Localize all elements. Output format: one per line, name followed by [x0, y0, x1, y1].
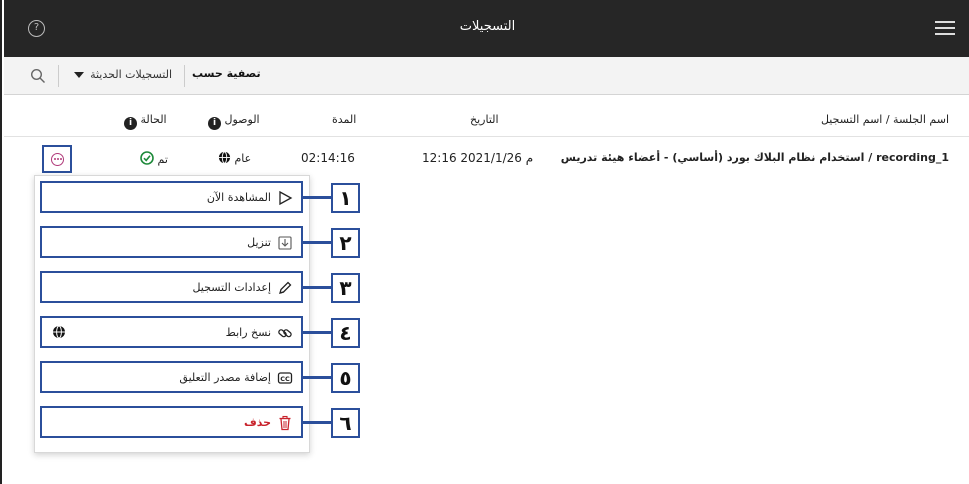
column-header-date-label: التاريخ	[470, 113, 499, 126]
info-icon[interactable]: i	[124, 117, 137, 130]
menu-item-recording-settings[interactable]: إعدادات التسجيل	[40, 271, 303, 303]
top-bar: ? التسجيلات	[4, 0, 969, 57]
recording-duration: 02:14:16	[301, 151, 355, 165]
menu-item-label: حذف	[243, 416, 271, 429]
column-header-status[interactable]: i الحالة	[124, 113, 167, 130]
page-title: التسجيلات	[459, 19, 516, 34]
access-value: عام	[234, 152, 252, 165]
download-icon	[278, 236, 292, 250]
menu-item-label: تنزيل	[247, 236, 271, 249]
more-icon	[51, 153, 64, 166]
play-icon	[279, 190, 293, 206]
menu-item-add-caption[interactable]: CC إضافة مصدر التعليق	[40, 361, 303, 393]
callout-number: ٥	[331, 363, 360, 393]
globe-icon	[53, 325, 65, 339]
menu-item-label: إضافة مصدر التعليق	[179, 371, 271, 384]
globe-icon	[218, 151, 231, 164]
menu-item-delete[interactable]: حذف	[40, 406, 303, 438]
chevron-down-icon	[74, 72, 84, 78]
filter-label: تصفية حسب	[192, 67, 261, 80]
column-header-duration[interactable]: المدة	[332, 113, 356, 126]
callout-number: ٣	[331, 273, 360, 303]
callout-connector	[303, 286, 331, 289]
link-icon	[278, 329, 292, 338]
menu-item-label: إعدادات التسجيل	[192, 281, 271, 294]
check-circle-icon	[140, 151, 154, 165]
svg-text:CC: CC	[280, 375, 290, 383]
access-cell: عام	[218, 151, 251, 165]
menu-item-label: المشاهدة الآن	[206, 191, 271, 204]
menu-item-download[interactable]: تنزيل	[40, 226, 303, 258]
callout-number: ٦	[331, 408, 360, 438]
menu-icon[interactable]	[935, 21, 955, 35]
divider	[4, 136, 969, 137]
trash-icon	[279, 415, 291, 431]
column-header-status-label: الحالة	[140, 113, 167, 126]
more-options-button[interactable]	[42, 145, 72, 173]
column-header-access-label: الوصول	[224, 113, 260, 126]
callout-connector	[303, 421, 331, 424]
column-header-access[interactable]: i الوصول	[208, 113, 260, 130]
filter-selected-value: التسجيلات الحديثة	[90, 68, 172, 81]
menu-item-watch-now[interactable]: المشاهدة الآن	[40, 181, 303, 213]
app-window: ? التسجيلات التسجيلات الحديثة تصفية حسب …	[0, 0, 969, 484]
search-icon[interactable]	[30, 68, 46, 84]
callout-connector	[303, 376, 331, 379]
callout-connector	[303, 196, 331, 199]
status-cell: تم	[140, 151, 168, 166]
callout-connector	[303, 241, 331, 244]
pencil-icon	[279, 281, 292, 294]
menu-item-copy-link[interactable]: نسخ رابط	[40, 316, 303, 348]
column-header-date[interactable]: التاريخ	[470, 113, 499, 126]
column-header-duration-label: المدة	[332, 113, 357, 126]
callout-number: ٢	[331, 228, 360, 258]
status-value: تم	[157, 153, 168, 166]
recording-date: 12:16 2021/1/26 م	[422, 151, 534, 165]
info-icon[interactable]: i	[208, 117, 221, 130]
recording-name[interactable]: استخدام نظام البلاك بورد (أساسي) - أعضاء…	[561, 151, 949, 164]
cc-icon: CC	[277, 372, 293, 384]
callout-connector	[303, 331, 331, 334]
callout-number: ١	[331, 183, 360, 213]
divider	[184, 65, 185, 87]
divider	[58, 65, 59, 87]
column-header-name-label: اسم الجلسة / اسم التسجيل	[820, 113, 949, 126]
menu-item-label: نسخ رابط	[225, 326, 271, 339]
filter-bar: التسجيلات الحديثة تصفية حسب	[4, 57, 969, 95]
filter-dropdown[interactable]: التسجيلات الحديثة	[70, 66, 180, 86]
callout-number: ٤	[331, 318, 360, 348]
column-header-name[interactable]: اسم الجلسة / اسم التسجيل	[821, 113, 949, 126]
